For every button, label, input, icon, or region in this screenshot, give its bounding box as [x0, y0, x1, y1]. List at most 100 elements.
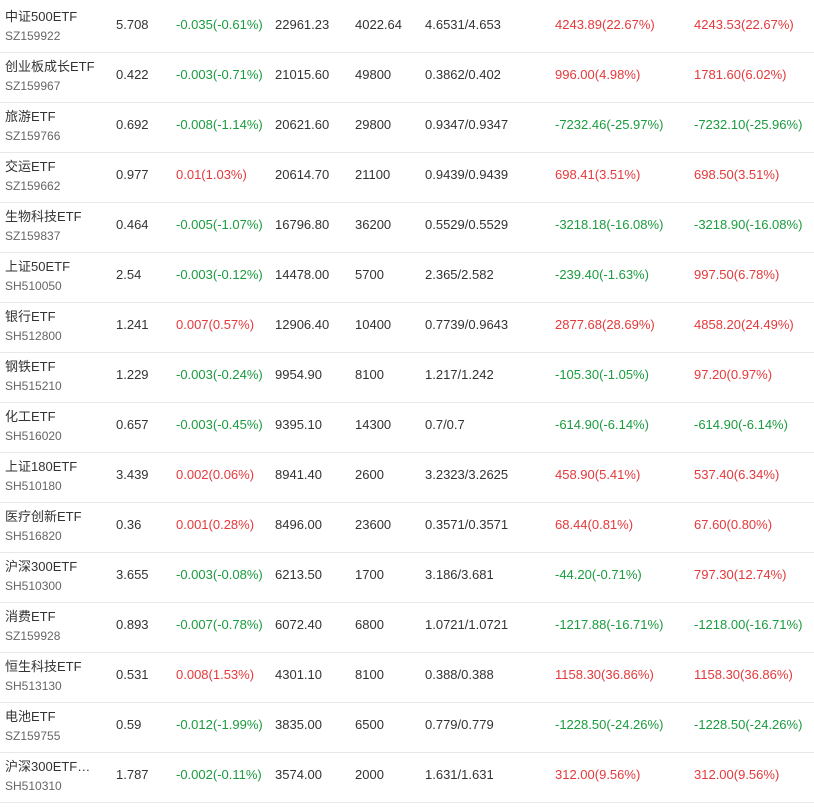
share-count: 1700 — [355, 567, 384, 582]
total-profit-loss: 1158.30(36.86%) — [694, 667, 793, 682]
price-change: -0.007(-0.78%) — [176, 617, 263, 632]
total-profit-loss: 1781.60(6.02%) — [694, 67, 787, 82]
price-change: -0.003(-0.71%) — [176, 67, 263, 82]
share-count: 36200 — [355, 217, 392, 232]
market-value: 3574.00 — [275, 767, 322, 782]
cost-price: 0.5529/0.5529 — [425, 217, 509, 232]
position-profit-loss: 4243.89(22.67%) — [555, 17, 655, 32]
share-count: 2600 — [355, 467, 384, 482]
fund-code: SH512800 — [5, 329, 62, 343]
current-price: 0.464 — [116, 217, 149, 232]
share-count: 21100 — [355, 167, 391, 182]
current-price: 0.59 — [116, 717, 142, 732]
cost-price: 0.3571/0.3571 — [425, 517, 509, 532]
table-row[interactable]: 电池ETF SZ159755 0.59 -0.012(-1.99%) 3835.00 65… — [0, 703, 814, 753]
share-count: 29800 — [355, 117, 392, 132]
market-value: 9954.90 — [275, 367, 322, 382]
current-price: 3.655 — [116, 567, 149, 582]
position-profit-loss: 312.00(9.56%) — [555, 767, 641, 782]
fund-name: 上证50ETF — [5, 259, 71, 274]
table-row[interactable]: 医疗创新ETF SH516820 0.36 0.001(0.28%) 8496.00 23… — [0, 503, 814, 553]
fund-name: 钢铁ETF — [5, 359, 56, 374]
share-count: 6800 — [355, 617, 384, 632]
total-profit-loss: -1228.50(-24.26%) — [694, 717, 803, 732]
current-price: 3.439 — [116, 467, 149, 482]
market-value: 3835.00 — [275, 717, 322, 732]
cost-price: 0.9347/0.9347 — [425, 117, 509, 132]
cost-price: 0.779/0.779 — [425, 717, 494, 732]
share-count: 8100 — [355, 367, 384, 382]
table-row[interactable]: 沪深300ETF… SH510310 1.787 -0.002(-0.11%) 3574… — [0, 753, 814, 803]
current-price: 1.229 — [116, 367, 149, 382]
fund-code: SZ159837 — [5, 229, 61, 243]
price-change: -0.003(-0.12%) — [176, 267, 263, 282]
share-count: 49800 — [355, 67, 392, 82]
price-change: 0.007(0.57%) — [176, 317, 255, 332]
table-row[interactable]: 化工ETF SH516020 0.657 -0.003(-0.45%) 9395.10 1… — [0, 403, 814, 453]
price-change: 0.002(0.06%) — [176, 467, 255, 482]
total-profit-loss: -1218.00(-16.71%) — [694, 617, 803, 632]
table-row[interactable]: 中证500ETF SZ159922 5.708 -0.035(-0.61%) 22961… — [0, 3, 814, 53]
share-count: 14300 — [355, 417, 392, 432]
total-profit-loss: 312.00(9.56%) — [694, 767, 780, 782]
table-row[interactable]: 消费ETF SZ159928 0.893 -0.007(-0.78%) 6072.40 6… — [0, 603, 814, 653]
market-value: 9395.10 — [275, 417, 322, 432]
table-row[interactable]: 钢铁ETF SH515210 1.229 -0.003(-0.24%) 9954.90 8… — [0, 353, 814, 403]
position-profit-loss: 68.44(0.81%) — [555, 517, 634, 532]
fund-name: 上证180ETF — [5, 459, 78, 474]
share-count: 5700 — [355, 267, 384, 282]
fund-code: SZ159922 — [5, 29, 61, 43]
table-row[interactable]: 上证50ETF SH510050 2.54 -0.003(-0.12%) 14478.0… — [0, 253, 814, 303]
price-change: -0.012(-1.99%) — [176, 717, 263, 732]
price-change: -0.005(-1.07%) — [176, 217, 263, 232]
current-price: 0.692 — [116, 117, 149, 132]
fund-code: SZ159928 — [5, 629, 61, 643]
share-count: 4022.64 — [355, 17, 402, 32]
position-profit-loss: 698.41(3.51%) — [555, 167, 641, 182]
position-profit-loss: -614.90(-6.14%) — [555, 417, 649, 432]
cost-price: 1.217/1.242 — [425, 367, 494, 382]
fund-code: SH510310 — [5, 779, 62, 793]
position-profit-loss: -239.40(-1.63%) — [555, 267, 649, 282]
share-count: 10400 — [355, 317, 392, 332]
cost-price: 0.7/0.7 — [425, 417, 465, 432]
cost-price: 0.3862/0.402 — [425, 67, 501, 82]
current-price: 0.977 — [116, 167, 149, 182]
share-count: 2000 — [355, 767, 384, 782]
cost-price: 1.631/1.631 — [425, 767, 494, 782]
price-change: 0.008(1.53%) — [176, 667, 255, 682]
table-row[interactable]: 旅游ETF SZ159766 0.692 -0.008(-1.14%) 20621.60… — [0, 103, 814, 153]
table-row[interactable]: 创业板成长ETF SZ159967 0.422 -0.003(-0.71%) 21015… — [0, 53, 814, 103]
total-profit-loss: 537.40(6.34%) — [694, 467, 780, 482]
current-price: 0.36 — [116, 517, 142, 532]
table-row[interactable]: 交运ETF SZ159662 0.977 0.01(1.03%) 20614.70 211… — [0, 153, 814, 203]
position-profit-loss: -7232.46(-25.97%) — [555, 117, 664, 132]
current-price: 1.787 — [116, 767, 149, 782]
table-row[interactable]: 上证180ETF SH510180 3.439 0.002(0.06%) 8941.40… — [0, 453, 814, 503]
position-profit-loss: -3218.18(-16.08%) — [555, 217, 664, 232]
market-value: 20621.60 — [275, 117, 330, 132]
table-row[interactable]: 生物科技ETF SZ159837 0.464 -0.005(-1.07%) 16796.… — [0, 203, 814, 253]
cost-price: 3.2323/3.2625 — [425, 467, 509, 482]
fund-name: 医疗创新ETF — [5, 509, 82, 524]
cost-price: 2.365/2.582 — [425, 267, 494, 282]
fund-code: SZ159766 — [5, 129, 61, 143]
table-row[interactable]: 银行ETF SH512800 1.241 0.007(0.57%) 12906.40 10… — [0, 303, 814, 353]
fund-name: 化工ETF — [5, 409, 56, 424]
table-row[interactable]: 恒生科技ETF SH513130 0.531 0.008(1.53%) 4301.10 8… — [0, 653, 814, 703]
current-price: 0.531 — [116, 667, 149, 682]
fund-code: SH516820 — [5, 529, 62, 543]
total-profit-loss: -7232.10(-25.96%) — [694, 117, 803, 132]
total-profit-loss: -3218.90(-16.08%) — [694, 217, 803, 232]
fund-name: 生物科技ETF — [5, 209, 82, 224]
fund-name: 银行ETF — [5, 309, 56, 324]
market-value: 4301.10 — [275, 667, 322, 682]
market-value: 16796.80 — [275, 217, 330, 232]
market-value: 6072.40 — [275, 617, 322, 632]
price-change: -0.035(-0.61%) — [176, 17, 263, 32]
total-profit-loss: 97.20(0.97%) — [694, 367, 773, 382]
position-profit-loss: 2877.68(28.69%) — [555, 317, 655, 332]
fund-code: SH513130 — [5, 679, 62, 693]
table-row[interactable]: 沪深300ETF SH510300 3.655 -0.003(-0.08%) 6213.… — [0, 553, 814, 603]
price-change: -0.003(-0.24%) — [176, 367, 263, 382]
